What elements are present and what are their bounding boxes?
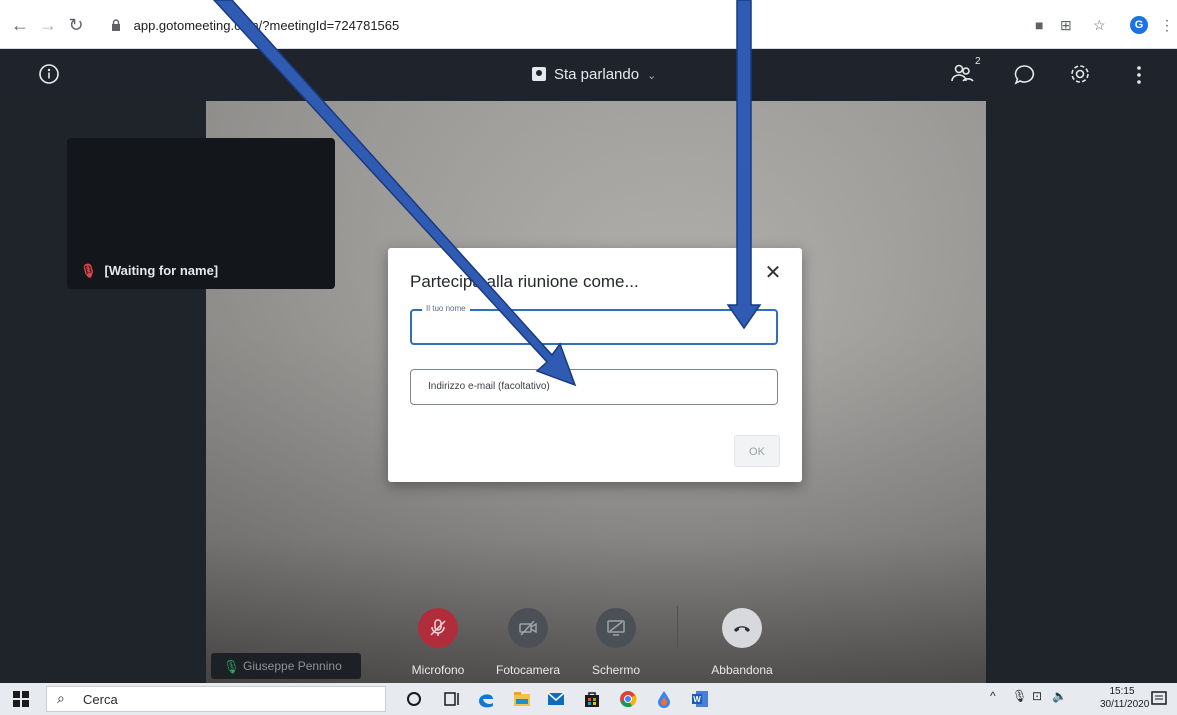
volume-icon[interactable]: 🔈 [1052,689,1067,703]
self-name: Giuseppe Pennino [243,659,342,673]
reload-icon[interactable]: ↻ [66,15,86,35]
participant-thumbnail[interactable]: 🎙 [Waiting for name] [67,138,335,289]
windows-taskbar: ⌕ Cerca W ^ 🎙 ⊡ 🔈 15:15 30/11/2020 [0,683,1177,715]
profile-avatar[interactable]: G [1130,16,1148,34]
hang-up-icon [734,626,750,632]
bookmark-star-icon[interactable]: ☆ [1093,14,1106,36]
back-icon[interactable]: ← [10,15,30,35]
thumbnail-label: 🎙 [Waiting for name] [80,263,218,279]
camera-off-icon [519,620,537,636]
action-center-icon[interactable] [1150,689,1170,709]
microphone-button[interactable] [418,608,458,648]
view-label: Sta parlando [554,66,640,83]
browser-toolbar: ← → ↻ app.gotomeeting.com/?meetingId=724… [0,0,1177,49]
participant-count: 2 [975,56,981,67]
control-divider [677,606,678,648]
mail-icon[interactable] [546,689,566,709]
self-name-tag: 🎙 Giuseppe Pennino [211,653,361,679]
close-icon[interactable]: ✕ [762,262,784,284]
forward-icon[interactable]: → [38,15,58,35]
cortana-icon[interactable] [404,689,424,709]
camera-indicator-icon[interactable]: ■ [1035,14,1043,36]
file-explorer-icon[interactable] [512,689,532,709]
windows-start-icon[interactable] [13,691,29,707]
store-icon[interactable] [582,689,602,709]
screen-share-off-icon [607,620,625,636]
microphone-label: Microfono [411,663,465,677]
mic-active-icon: 🎙 [223,659,240,674]
leave-button[interactable] [722,608,762,648]
name-field-label: Il tuo nome [422,304,470,313]
url-text: app.gotomeeting.com/?meetingId=724781565 [133,18,400,33]
svg-text:W: W [693,695,701,704]
speaker-view-icon [532,67,546,81]
mic-off-icon [430,619,446,636]
dialog-title: Partecipa alla riunione come... [410,272,639,291]
camera-label: Fotocamera [495,663,561,677]
info-icon[interactable] [38,63,60,85]
email-placeholder: Indirizzo e-mail (facoltativo) [428,381,550,392]
settings-gear-icon[interactable] [1068,62,1092,86]
translate-icon[interactable]: ⊞ [1060,14,1072,36]
address-bar[interactable]: app.gotomeeting.com/?meetingId=724781565 [110,14,1010,38]
camera-button[interactable] [508,608,548,648]
edge-icon[interactable] [476,689,496,709]
chat-icon[interactable] [1012,63,1036,87]
view-selector[interactable]: Sta parlando ⌄ [532,63,656,87]
chevron-down-icon: ⌄ [647,70,657,82]
more-menu-icon[interactable] [1134,63,1144,87]
task-view-icon[interactable] [442,689,462,709]
taskbar-search[interactable]: ⌕ Cerca [46,686,386,712]
join-dialog: Partecipa alla riunione come... ✕ Il tuo… [388,248,802,482]
network-icon[interactable]: ⊡ [1032,689,1042,703]
ok-button[interactable]: OK [734,435,780,467]
screen-label: Schermo [591,663,641,677]
tray-mic-icon[interactable]: 🎙 [1012,689,1027,703]
name-field[interactable]: Il tuo nome [410,304,778,345]
email-field[interactable]: Indirizzo e-mail (facoltativo) [410,369,778,405]
clock-time: 15:15 [1109,686,1135,697]
taskbar-clock[interactable]: 15:15 30/11/2020 [1100,685,1150,711]
leave-label: Abbandona [711,663,773,677]
chrome-icon[interactable] [618,689,638,709]
search-label: Cerca [83,692,118,707]
meeting-header: Sta parlando ⌄ 2 [0,49,1177,101]
screen-share-button[interactable] [596,608,636,648]
mic-muted-icon: 🎙 [80,263,97,278]
tray-chevron-up-icon[interactable]: ^ [990,689,996,703]
word-icon[interactable]: W [690,689,710,709]
paint-drop-icon[interactable] [654,689,674,709]
browser-menu-icon[interactable]: ⋮ [1160,14,1174,36]
clock-date: 30/11/2020 [1100,699,1150,710]
search-icon: ⌕ [57,690,65,706]
lock-icon [112,19,120,31]
thumbnail-name: [Waiting for name] [104,263,219,278]
